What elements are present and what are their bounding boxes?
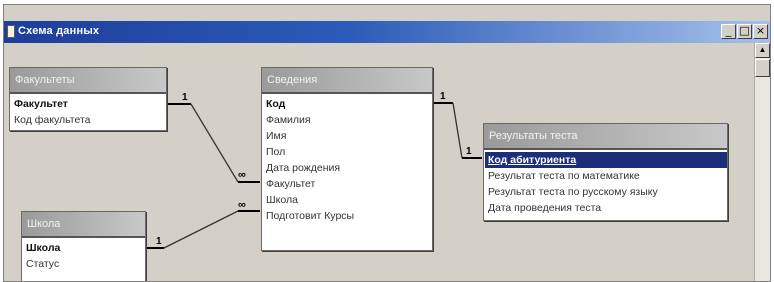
- table-results-title[interactable]: Результаты теста: [484, 124, 727, 150]
- field-name[interactable]: Имя: [266, 128, 432, 144]
- window-title: Схема данных: [18, 25, 100, 37]
- table-info-fields: Код Фамилия Имя Пол Дата рождения Факуль…: [262, 94, 432, 224]
- data-schema-window: Схема данных _ □ × 1 ∞ 1 ∞ 1 1 Факультет…: [3, 4, 771, 282]
- table-faculties-title[interactable]: Факультеты: [10, 68, 166, 94]
- field-russian-result[interactable]: Результат теста по русскому языку: [488, 184, 727, 200]
- scroll-up-button[interactable]: ▲: [755, 43, 770, 58]
- field-birthdate[interactable]: Дата рождения: [266, 160, 432, 176]
- top-strip: [4, 5, 770, 22]
- many-label-school: ∞: [238, 199, 246, 211]
- table-test-results[interactable]: Результаты теста Код абитуриента Результ…: [483, 123, 728, 221]
- field-school[interactable]: Школа: [26, 240, 145, 256]
- window-controls: _ □ ×: [721, 24, 768, 39]
- field-faculty[interactable]: Факультет: [14, 96, 166, 112]
- field-math-result[interactable]: Результат теста по математике: [488, 168, 727, 184]
- window-titlebar[interactable]: Схема данных _ □ ×: [4, 21, 770, 43]
- close-button[interactable]: ×: [753, 24, 768, 39]
- field-code[interactable]: Код: [266, 96, 432, 112]
- field-status[interactable]: Статус: [26, 256, 145, 272]
- table-school-title[interactable]: Школа: [22, 212, 145, 238]
- one-label-faculty: 1: [182, 92, 188, 103]
- table-info[interactable]: Сведения Код Фамилия Имя Пол Дата рожден…: [261, 67, 433, 251]
- relation-info-results-line[interactable]: [452, 102, 463, 159]
- field-prep-courses[interactable]: Подготовит Курсы: [266, 208, 432, 224]
- maximize-button[interactable]: □: [737, 24, 752, 39]
- table-school-fields: Школа Статус: [22, 238, 145, 272]
- one-label-school: 1: [156, 236, 162, 247]
- table-info-title[interactable]: Сведения: [262, 68, 432, 94]
- one-label-results: 1: [466, 146, 472, 157]
- vertical-scrollbar[interactable]: ▲: [754, 43, 770, 281]
- relation-school-info-line[interactable]: [163, 210, 239, 249]
- minimize-button[interactable]: _: [721, 24, 736, 39]
- field-surname[interactable]: Фамилия: [266, 112, 432, 128]
- many-label-faculty: ∞: [238, 169, 246, 181]
- schema-window-icon: [7, 25, 15, 38]
- relationship-canvas[interactable]: 1 ∞ 1 ∞ 1 1 Факультеты Факультет Код фак…: [4, 43, 754, 281]
- field-faculty-code[interactable]: Код факультета: [14, 112, 166, 128]
- field-info-faculty[interactable]: Факультет: [266, 176, 432, 192]
- field-info-school[interactable]: Школа: [266, 192, 432, 208]
- scroll-thumb[interactable]: [755, 59, 770, 77]
- table-faculties[interactable]: Факультеты Факультет Код факультета: [9, 67, 167, 131]
- table-school[interactable]: Школа Школа Статус: [21, 211, 146, 281]
- relation-faculty-info-line[interactable]: [190, 103, 239, 183]
- table-faculties-fields: Факультет Код факультета: [10, 94, 166, 128]
- table-results-fields: Код абитуриента Результат теста по матем…: [484, 150, 727, 216]
- field-test-date[interactable]: Дата проведения теста: [488, 200, 727, 216]
- one-label-info: 1: [440, 91, 446, 102]
- field-applicant-code[interactable]: Код абитуриента: [485, 152, 727, 168]
- field-gender[interactable]: Пол: [266, 144, 432, 160]
